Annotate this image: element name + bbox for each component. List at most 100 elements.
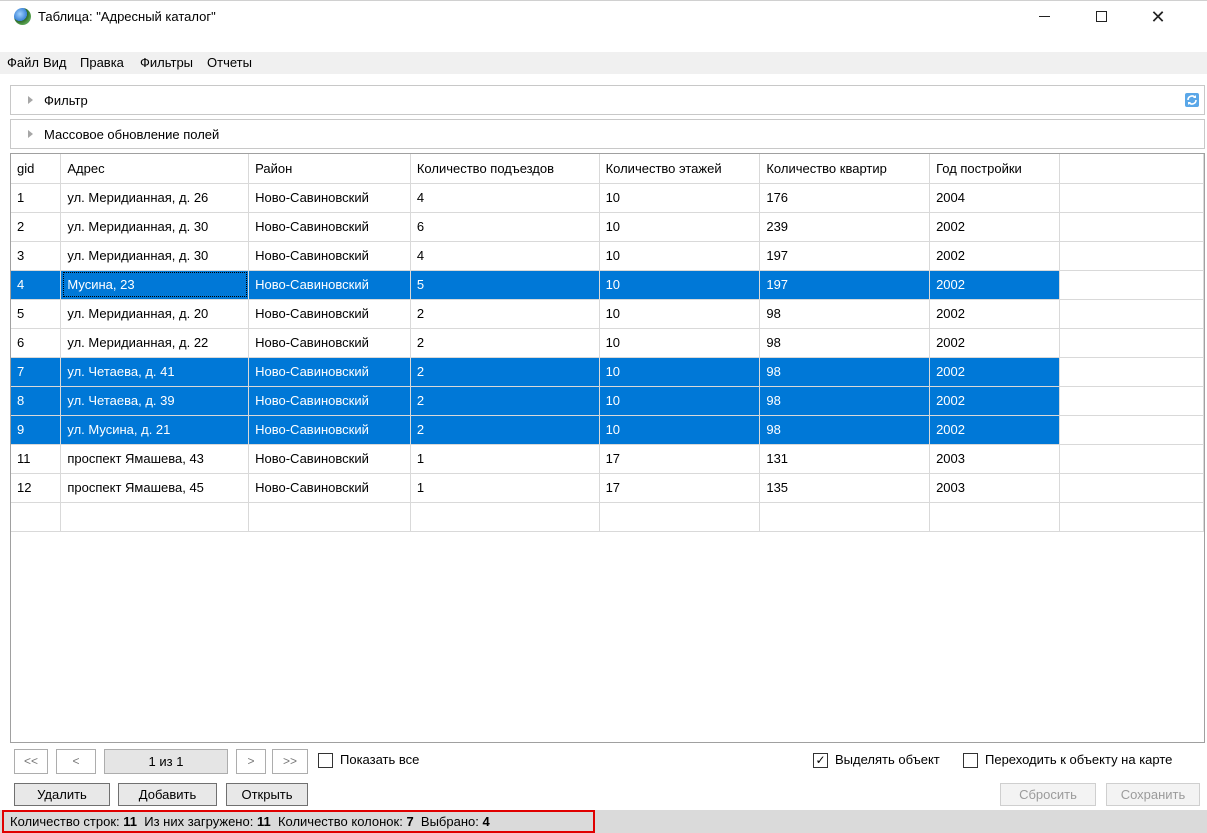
table-row[interactable] [11, 502, 1204, 532]
table-cell[interactable]: ул. Мусина, д. 21 [60, 415, 250, 445]
table-cell[interactable]: 2 [410, 386, 600, 416]
table-cell[interactable]: проспект Ямашева, 43 [60, 444, 250, 474]
table-cell[interactable]: ул. Четаева, д. 39 [60, 386, 250, 416]
table-cell[interactable]: 2002 [929, 212, 1060, 242]
column-header[interactable]: Количество подъездов [410, 154, 600, 184]
table-cell[interactable]: 10 [599, 328, 761, 358]
open-button[interactable]: Открыть [226, 783, 308, 806]
table-cell[interactable]: 2002 [929, 241, 1060, 271]
table-cell[interactable]: 2 [410, 328, 600, 358]
table-cell[interactable]: 98 [759, 357, 931, 387]
table-cell[interactable]: 5 [410, 270, 600, 300]
delete-button[interactable]: Удалить [14, 783, 110, 806]
last-page-button[interactable]: >> [272, 749, 308, 774]
table-cell[interactable]: 2004 [929, 183, 1060, 213]
goto-object-checkbox[interactable] [963, 753, 978, 768]
table-cell[interactable]: 135 [759, 473, 931, 503]
menu-file[interactable]: Файл [7, 52, 39, 74]
table-row[interactable]: 9 ул. Мусина, д. 21 Ново-Савиновский 2 10 98 2… [11, 415, 1204, 445]
table-cell[interactable]: 2 [11, 212, 62, 242]
table-cell[interactable]: ул. Меридианная, д. 30 [60, 212, 250, 242]
table-cell[interactable]: Ново-Савиновский [248, 415, 411, 445]
table-cell[interactable]: 2002 [929, 270, 1060, 300]
table-row[interactable]: 3 ул. Меридианная, д. 30 Ново-Савиновский 4… [11, 241, 1204, 271]
table-cell[interactable]: 2 [410, 299, 600, 329]
menu-view[interactable]: Вид [43, 52, 67, 74]
table-cell[interactable]: 1 [410, 444, 600, 474]
table-cell[interactable]: 131 [759, 444, 931, 474]
table-row[interactable]: 4 Мусина, 23 Ново-Савиновский 5 10 197 2002 [11, 270, 1204, 300]
table-cell[interactable] [60, 502, 250, 532]
table-cell[interactable]: 1 [11, 183, 62, 213]
table-cell[interactable]: ул. Меридианная, д. 26 [60, 183, 250, 213]
table-cell[interactable]: Мусина, 23 [60, 270, 250, 300]
table-cell[interactable]: 17 [599, 473, 761, 503]
table-cell[interactable]: 17 [599, 444, 761, 474]
filter-expander[interactable]: Фильтр [10, 85, 1205, 115]
table-cell[interactable]: 4 [410, 183, 600, 213]
table-cell[interactable]: 98 [759, 299, 931, 329]
table-cell[interactable]: Ново-Савиновский [248, 444, 411, 474]
menu-edit[interactable]: Правка [80, 52, 124, 74]
table-cell[interactable]: Ново-Савиновский [248, 473, 411, 503]
table-cell[interactable]: 10 [599, 415, 761, 445]
table-cell[interactable]: 2 [410, 415, 600, 445]
table-cell[interactable]: 10 [599, 212, 761, 242]
highlight-object-checkbox[interactable]: ✓ [813, 753, 828, 768]
menu-reports[interactable]: Отчеты [207, 52, 252, 74]
menu-filters[interactable]: Фильтры [140, 52, 193, 74]
table-row[interactable]: 12 проспект Ямашева, 45 Ново-Савиновский 1 1… [11, 473, 1204, 503]
table-row[interactable]: 6 ул. Меридианная, д. 22 Ново-Савиновский 2… [11, 328, 1204, 358]
table-cell[interactable]: 6 [410, 212, 600, 242]
table-cell[interactable]: 2002 [929, 328, 1060, 358]
table-cell[interactable]: 10 [599, 357, 761, 387]
table-cell[interactable] [759, 502, 931, 532]
table-cell[interactable]: Ново-Савиновский [248, 328, 411, 358]
table-cell[interactable]: 6 [11, 328, 62, 358]
table-cell[interactable]: 2002 [929, 357, 1060, 387]
table-cell[interactable]: 176 [759, 183, 931, 213]
table-cell[interactable]: 4 [11, 270, 62, 300]
table-cell[interactable]: 2002 [929, 415, 1060, 445]
table-cell[interactable]: 98 [759, 415, 931, 445]
table-row[interactable]: 2 ул. Меридианная, д. 30 Ново-Савиновский 6… [11, 212, 1204, 242]
maximize-button[interactable] [1078, 1, 1124, 33]
reset-button[interactable]: Сбросить [1000, 783, 1096, 806]
table-cell[interactable]: 10 [599, 299, 761, 329]
table-cell[interactable]: проспект Ямашева, 45 [60, 473, 250, 503]
column-header[interactable]: Район [248, 154, 411, 184]
table-row[interactable]: 1 ул. Меридианная, д. 26 Ново-Савиновский 4… [11, 183, 1204, 213]
table-cell[interactable]: Ново-Савиновский [248, 299, 411, 329]
table-cell[interactable]: Ново-Савиновский [248, 183, 411, 213]
table-cell[interactable]: Ново-Савиновский [248, 357, 411, 387]
table-cell[interactable]: Ново-Савиновский [248, 386, 411, 416]
table-cell[interactable]: 197 [759, 241, 931, 271]
next-page-button[interactable]: > [236, 749, 266, 774]
close-button[interactable]: ✕ [1135, 1, 1181, 33]
column-header[interactable]: Год постройки [929, 154, 1060, 184]
table-row[interactable]: 11 проспект Ямашева, 43 Ново-Савиновский 1 1… [11, 444, 1204, 474]
table-cell[interactable]: 5 [11, 299, 62, 329]
refresh-icon[interactable] [1184, 92, 1200, 108]
table-cell[interactable]: 98 [759, 328, 931, 358]
column-header[interactable]: gid [11, 154, 62, 184]
table-cell[interactable]: 2003 [929, 444, 1060, 474]
table-cell[interactable]: 239 [759, 212, 931, 242]
table-cell[interactable]: 7 [11, 357, 62, 387]
table-cell[interactable]: 11 [11, 444, 62, 474]
first-page-button[interactable]: << [14, 749, 48, 774]
table-cell[interactable] [410, 502, 600, 532]
add-button[interactable]: Добавить [118, 783, 217, 806]
table-row[interactable]: 5 ул. Меридианная, д. 20 Ново-Савиновский 2… [11, 299, 1204, 329]
table-cell[interactable] [248, 502, 411, 532]
table-cell[interactable]: 1 [410, 473, 600, 503]
table-cell[interactable]: 8 [11, 386, 62, 416]
column-header[interactable]: Количество этажей [599, 154, 761, 184]
table-cell[interactable]: Ново-Савиновский [248, 212, 411, 242]
table-cell[interactable] [599, 502, 761, 532]
table-cell[interactable]: 4 [410, 241, 600, 271]
table-cell[interactable]: 3 [11, 241, 62, 271]
table-cell[interactable]: 10 [599, 386, 761, 416]
table-cell[interactable]: 98 [759, 386, 931, 416]
mass-update-expander[interactable]: Массовое обновление полей [10, 119, 1205, 149]
